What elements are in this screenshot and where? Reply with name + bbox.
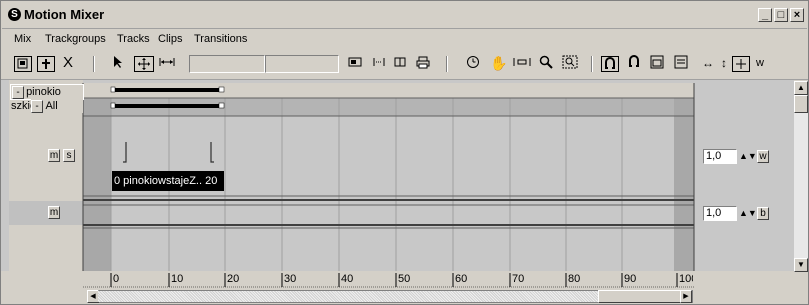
snap2-icon[interactable] — [627, 55, 641, 71]
settings-icon[interactable] — [674, 55, 688, 71]
zoom-region-icon[interactable] — [562, 55, 578, 71]
ruler-tick-label: 90 — [624, 273, 637, 285]
w-label: w — [756, 57, 764, 69]
ruler-tick-label: 80 — [568, 273, 581, 285]
mute-button[interactable]: m — [48, 149, 60, 162]
mute-button-2[interactable]: m — [48, 206, 60, 219]
ruler-tick-label: 50 — [398, 273, 411, 285]
minimize-button[interactable]: _ — [758, 8, 772, 22]
scroll-up-icon[interactable]: ▲ — [794, 81, 808, 95]
frame-icon[interactable] — [650, 55, 664, 71]
close-x-icon[interactable]: X — [61, 55, 75, 71]
close-button[interactable]: × — [790, 8, 804, 22]
window-title: Motion Mixer — [24, 7, 105, 22]
menu-bar: Mix Trackgroups Tracks Clips Transitions — [1, 31, 808, 49]
zoom-icon[interactable] — [732, 56, 750, 72]
clock-icon[interactable] — [466, 55, 480, 71]
toolbar-separator — [93, 56, 95, 72]
weight-button[interactable]: w — [757, 150, 769, 163]
ruler-tick-label: 60 — [455, 273, 468, 285]
title-bar: S Motion Mixer _ □ × — [2, 2, 807, 29]
horizontal-scroll-track[interactable] — [98, 291, 598, 302]
maximize-button[interactable]: □ — [774, 8, 788, 22]
scroll-right-icon[interactable]: ▶ — [680, 290, 692, 303]
snap-icon[interactable] — [601, 56, 619, 72]
ruler-tick-label: 30 — [284, 273, 297, 285]
arrow-h-icon[interactable]: ↔ — [701, 55, 715, 71]
move-icon[interactable] — [134, 56, 154, 72]
time-field-end[interactable] — [265, 55, 339, 73]
spinner-arrows-icon-2[interactable]: ▲▼ — [739, 206, 757, 221]
arrow-v-icon[interactable]: ↕ — [719, 55, 729, 71]
pan-hand-icon[interactable]: ✋ — [490, 55, 507, 71]
collapse-object-button[interactable]: - — [12, 86, 24, 99]
object-row[interactable]: - pinokio szkiel — [10, 84, 84, 112]
spinner-arrows-icon[interactable]: ▲▼ — [739, 149, 757, 164]
group-row[interactable]: - All — [31, 99, 83, 113]
scale-icon[interactable] — [158, 55, 176, 71]
horizontal-scrollbar[interactable]: ◀ ▶ — [87, 290, 693, 303]
clip-box[interactable]: 0 pinokiowstajeZ.. 20 — [112, 171, 224, 191]
print-icon[interactable] — [416, 55, 430, 71]
mixer-app-icon[interactable]: S — [8, 8, 21, 21]
toolbar-separator — [446, 56, 448, 72]
solo-button[interactable]: s — [63, 149, 75, 162]
menu-tracks[interactable]: Tracks — [117, 33, 150, 45]
menu-mix[interactable]: Mix — [14, 33, 31, 45]
ruler-tick-label: 40 — [341, 273, 354, 285]
motion-mixer-window: S Motion Mixer _ □ × Mix Trackgroups Tra… — [0, 0, 809, 305]
vertical-scrollbar[interactable]: ▲ ▼ — [794, 81, 808, 272]
add-icon[interactable] — [37, 56, 55, 72]
zoom-extents-icon[interactable] — [513, 55, 531, 71]
weight-spinner-2[interactable]: 1,0 — [703, 206, 737, 221]
horizontal-scroll-thumb[interactable] — [598, 290, 681, 303]
mixer-view-icon[interactable] — [14, 56, 32, 72]
ruler-tick-label: 0 — [113, 273, 120, 285]
ruler-tick-label: 70 — [512, 273, 525, 285]
vertical-scroll-thumb[interactable] — [794, 95, 808, 113]
range2-icon[interactable] — [393, 55, 407, 71]
group-name: All — [45, 100, 58, 112]
range-icon[interactable] — [372, 55, 386, 71]
weight-spinner[interactable]: 1,0 — [703, 149, 737, 164]
menu-transitions[interactable]: Transitions — [194, 33, 247, 45]
toolbar-separator — [591, 56, 593, 72]
magnify-icon[interactable] — [539, 55, 553, 71]
ruler-tick-label: 10 — [171, 273, 184, 285]
time-field-start[interactable] — [189, 55, 265, 73]
filter-icon[interactable] — [348, 55, 362, 71]
ruler-tick-label: 100 — [679, 273, 693, 285]
select-arrow-icon[interactable] — [111, 55, 125, 71]
scroll-down-icon[interactable]: ▼ — [794, 258, 808, 272]
menu-trackgroups[interactable]: Trackgroups — [45, 33, 106, 45]
menu-clips[interactable]: Clips — [158, 33, 182, 45]
b-button[interactable]: b — [757, 207, 769, 220]
ruler-tick-label: 20 — [227, 273, 240, 285]
toolbar: X ✋ ↔ ↕ w — [1, 49, 808, 80]
collapse-group-button[interactable]: - — [31, 100, 43, 113]
